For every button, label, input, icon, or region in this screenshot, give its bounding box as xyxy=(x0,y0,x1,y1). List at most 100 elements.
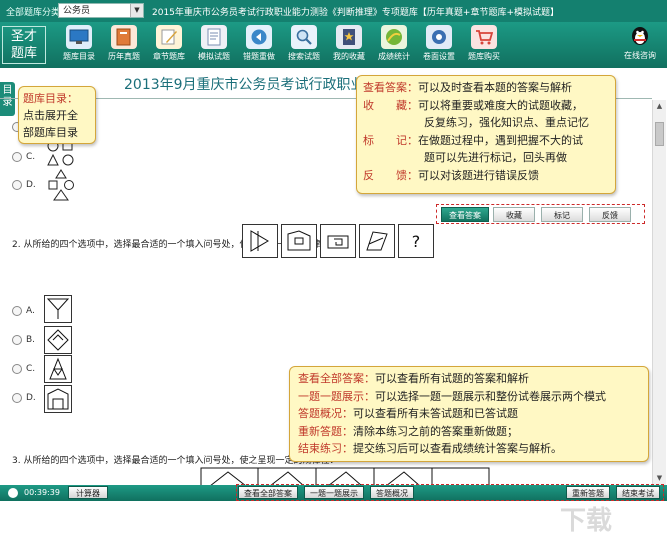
q2-option-c[interactable]: C. xyxy=(12,364,35,375)
toolbar-favorites-button[interactable]: 我的收藏 xyxy=(328,24,370,68)
tip-key: 收 藏： xyxy=(363,98,418,112)
tip-key: 答题概况： xyxy=(298,407,353,420)
tip-key: 一题一题展示： xyxy=(298,389,375,403)
catalog-tooltip: 题库目录： 点击展开全 部题库目录 xyxy=(18,86,96,144)
scroll-down-icon[interactable]: ▼ xyxy=(654,473,665,484)
q2-option-a[interactable]: A. xyxy=(12,306,35,317)
tip-key: 标 记： xyxy=(363,133,418,147)
tip-key: 题库目录： xyxy=(23,92,78,105)
calculator-button[interactable]: 计算器 xyxy=(68,486,108,499)
question-2-figure: ? xyxy=(242,224,437,258)
toolbar-chapter-button[interactable]: 章节题库 xyxy=(148,24,190,68)
elapsed-time: 00:39:39 xyxy=(24,488,60,497)
toolbar-settings-button[interactable]: 卷面设置 xyxy=(418,24,460,68)
toolbar-purchase-button[interactable]: 题库购买 xyxy=(463,24,505,68)
toolbar: 圣才 题库 题库目录 历年真题 章节题库 模拟试题 错题重做 搜索试题 我的收藏… xyxy=(0,22,667,68)
toolbar-label: 错题重做 xyxy=(243,52,275,61)
online-consult-button[interactable]: 在线咨询 xyxy=(616,24,664,61)
scroll-thumb[interactable] xyxy=(655,122,664,146)
search-icon xyxy=(291,25,317,49)
tip-value: 在做题过程中，遇到把握不大的试 xyxy=(418,133,583,147)
radio-button[interactable] xyxy=(12,364,22,374)
toolbar-label: 卷面设置 xyxy=(423,52,455,61)
radio-button[interactable] xyxy=(12,180,22,190)
tip-line: 点击展开全 xyxy=(23,109,78,122)
q2-option-b[interactable]: B. xyxy=(12,335,35,346)
cart-icon xyxy=(471,25,497,49)
scroll-up-icon[interactable]: ▲ xyxy=(654,101,665,112)
toolbar-label: 题库购买 xyxy=(468,52,500,61)
tip-value: 可以将重要或难度大的试题收藏， xyxy=(418,98,583,112)
category-select[interactable]: 公务员 ▼ xyxy=(58,3,144,18)
favorite-button[interactable]: 收藏 xyxy=(493,207,535,222)
watermark: 下载 xyxy=(560,506,613,536)
q1-option-c[interactable]: C. xyxy=(12,152,35,163)
tip-key: 反 馈： xyxy=(363,168,418,182)
tip-key: 重新答题： xyxy=(298,424,353,438)
q2-question-mark: ? xyxy=(398,224,434,258)
tip-value: 可以及时查看本题的答案与解析 xyxy=(418,81,572,94)
chevron-down-icon[interactable]: ▼ xyxy=(130,4,143,17)
exam-title: 2013年9月重庆市公务员考试行政职业能 xyxy=(124,77,379,93)
q1-option-d-figure xyxy=(48,169,74,201)
logo-line1: 圣才 xyxy=(10,29,37,44)
q2-figure-cell xyxy=(359,224,395,258)
radio-button[interactable] xyxy=(12,152,22,162)
toolbar-label: 题库目录 xyxy=(63,52,95,61)
redo-icon xyxy=(246,25,272,49)
tip-line: 部题库目录 xyxy=(23,126,78,139)
actions-tooltip: 查看答案：可以及时查看本题的答案与解析 收 藏：可以将重要或难度大的试题收藏， … xyxy=(356,75,616,194)
feedback-button[interactable]: 反馈 xyxy=(589,207,631,222)
question-3-figure xyxy=(200,467,490,486)
toolbar-label: 搜索试题 xyxy=(288,52,320,61)
bottom-actions-highlight xyxy=(236,484,664,501)
toolbar-mock-button[interactable]: 模拟试题 xyxy=(193,24,235,68)
book-icon xyxy=(111,25,137,49)
toolbar-label: 我的收藏 xyxy=(333,52,365,61)
tip-value: 可以查看所有试题的答案和解析 xyxy=(375,372,529,385)
top-strip: 全部题库分类 公务员 ▼ 2015年重庆市公务员考试行政职业能力测验《判断推理》… xyxy=(0,0,667,22)
tip-key: 查看答案： xyxy=(363,81,418,94)
tip-value: 可以选择一题一题展示和整份试卷展示两个模式 xyxy=(375,389,606,403)
exam-content: 目录 2013年9月重庆市公务员考试行政职业能 C. D. 查看答案 收藏 标记… xyxy=(0,68,667,536)
radio-button[interactable] xyxy=(12,335,22,345)
gear-icon xyxy=(426,25,452,49)
clock-icon xyxy=(8,488,18,498)
toolbar-redo-button[interactable]: 错题重做 xyxy=(238,24,280,68)
consult-label: 在线咨询 xyxy=(624,51,656,60)
chart-icon xyxy=(381,25,407,49)
tip-key: 查看全部答案： xyxy=(298,372,375,385)
toolbar-label: 模拟试题 xyxy=(198,52,230,61)
tip-value: 题可以先进行标记，回头再做 xyxy=(424,151,567,165)
monitor-icon xyxy=(66,25,92,49)
app-logo: 圣才 题库 xyxy=(2,26,46,64)
tip-key: 结束练习： xyxy=(298,442,353,455)
q2-figure-cell xyxy=(281,224,317,258)
category-value: 公务员 xyxy=(63,6,91,16)
toolbar-label: 成绩统计 xyxy=(378,52,410,61)
paper-icon xyxy=(201,25,227,49)
q2-figure-cell xyxy=(242,224,278,258)
window-title: 2015年重庆市公务员考试行政职业能力测验《判断推理》专项题库【历年真题+章节题… xyxy=(152,8,559,18)
category-label: 全部题库分类 xyxy=(6,8,61,18)
radio-button[interactable] xyxy=(12,306,22,316)
toolbar-label: 章节题库 xyxy=(153,52,185,61)
catalog-side-tab[interactable]: 目录 xyxy=(0,82,15,116)
penguin-icon xyxy=(626,24,654,48)
q1-option-d[interactable]: D. xyxy=(12,180,36,191)
mark-button[interactable]: 标记 xyxy=(541,207,583,222)
q2-figure-cell xyxy=(320,224,356,258)
toolbar-stats-button[interactable]: 成绩统计 xyxy=(373,24,415,68)
q2-option-d[interactable]: D. xyxy=(12,393,36,404)
toolbar-past-exams-button[interactable]: 历年真题 xyxy=(103,24,145,68)
pencil-icon xyxy=(156,25,182,49)
vertical-scrollbar[interactable]: ▲ ▼ xyxy=(652,100,666,485)
tip-value: 清除本练习之前的答案重新做题； xyxy=(353,424,518,438)
q2-option-c-figure xyxy=(44,355,72,383)
toolbar-catalog-button[interactable]: 题库目录 xyxy=(58,24,100,68)
toolbar-search-button[interactable]: 搜索试题 xyxy=(283,24,325,68)
radio-button[interactable] xyxy=(12,393,22,403)
tip-value: 提交练习后可以查看成绩统计答案与解析。 xyxy=(353,442,562,455)
bottombar-tooltip: 查看全部答案：可以查看所有试题的答案和解析 一题一题展示：可以选择一题一题展示和… xyxy=(289,366,649,462)
view-answer-button[interactable]: 查看答案 xyxy=(441,207,489,222)
